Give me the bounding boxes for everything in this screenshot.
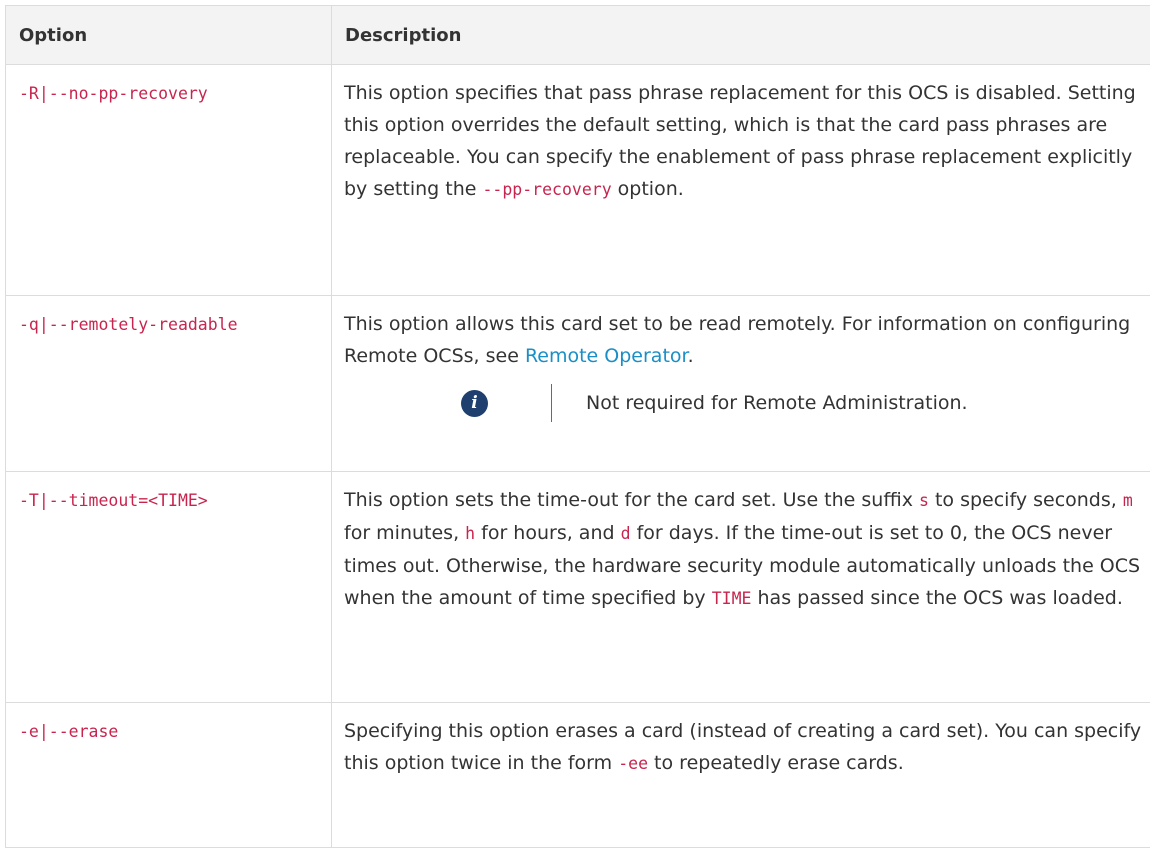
description-text: . bbox=[688, 345, 694, 367]
description-cell: This option allows this card set to be r… bbox=[332, 296, 1150, 472]
note-text: Not required for Remote Administration. bbox=[586, 387, 968, 419]
description-cell: This option specifies that pass phrase r… bbox=[332, 65, 1150, 296]
description-text: has passed since the OCS was loaded. bbox=[751, 587, 1122, 609]
header-description: Description bbox=[332, 6, 1150, 65]
info-icon: i bbox=[461, 390, 488, 417]
option-code: -R|--no-pp-recovery bbox=[19, 84, 208, 103]
description-text: to specify seconds, bbox=[929, 489, 1123, 511]
option-code: -T|--timeout=<TIME> bbox=[19, 491, 208, 510]
header-option: Option bbox=[6, 6, 332, 65]
description-text: for hours, and bbox=[475, 522, 621, 544]
description-text: to repeatedly erase cards. bbox=[648, 752, 904, 774]
inline-code: -ee bbox=[618, 754, 648, 773]
inline-code: --pp-recovery bbox=[482, 180, 611, 199]
description-text: This option specifies that pass phrase r… bbox=[344, 82, 1136, 200]
table-row: -R|--no-pp-recovery This option specifie… bbox=[6, 65, 1150, 296]
inline-code: h bbox=[465, 524, 475, 543]
table-header-row: Option Description bbox=[6, 6, 1150, 65]
note-divider bbox=[551, 384, 552, 422]
option-code: -e|--erase bbox=[19, 722, 118, 741]
inline-code: m bbox=[1123, 491, 1133, 510]
table-row: -T|--timeout=<TIME> This option sets the… bbox=[6, 472, 1150, 703]
description-text: option. bbox=[612, 178, 684, 200]
inline-code: s bbox=[919, 491, 929, 510]
option-cell: -q|--remotely-readable bbox=[6, 296, 332, 472]
description-text: This option sets the time-out for the ca… bbox=[344, 489, 919, 511]
description-text: for minutes, bbox=[344, 522, 465, 544]
option-cell: -e|--erase bbox=[6, 703, 332, 848]
description-cell: Specifying this option erases a card (in… bbox=[332, 703, 1150, 848]
remote-operator-link[interactable]: Remote Operator bbox=[525, 345, 688, 367]
table-row: -e|--erase Specifying this option erases… bbox=[6, 703, 1150, 848]
description-text: This option allows this card set to be r… bbox=[344, 313, 1130, 367]
table-row: -q|--remotely-readable This option allow… bbox=[6, 296, 1150, 472]
options-table: Option Description -R|--no-pp-recovery T… bbox=[5, 5, 1150, 848]
description-cell: This option sets the time-out for the ca… bbox=[332, 472, 1150, 703]
inline-code: TIME bbox=[712, 589, 752, 608]
option-cell: -T|--timeout=<TIME> bbox=[6, 472, 332, 703]
note-admonition: i Not required for Remote Administration… bbox=[344, 376, 1150, 430]
inline-code: d bbox=[621, 524, 631, 543]
option-code: -q|--remotely-readable bbox=[19, 315, 238, 334]
option-cell: -R|--no-pp-recovery bbox=[6, 65, 332, 296]
